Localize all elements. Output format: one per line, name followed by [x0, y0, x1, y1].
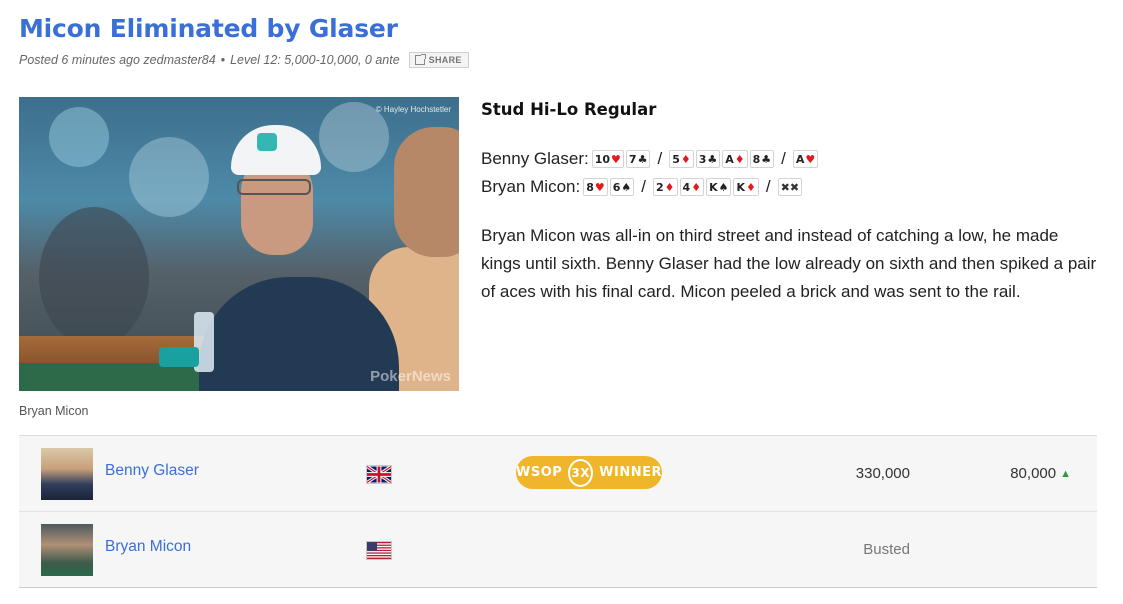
chip-progress: 80,000 ▲: [1010, 465, 1071, 482]
cap-logo-icon: [257, 133, 277, 151]
bokeh-light: [129, 137, 209, 217]
player-name-link[interactable]: Bryan Micon: [105, 538, 191, 556]
meta-separator: •: [220, 53, 226, 67]
card-group: 10 ♥ 7 ♣: [591, 150, 653, 168]
card-group: 8 ♥ 6 ♠: [583, 178, 636, 196]
posted-time: 6 minutes ago: [61, 53, 140, 67]
card-rank: 5: [672, 152, 680, 166]
card-group: 2 ♦ 4 ♦ K ♠ K ♦: [653, 178, 761, 196]
chip-count: 330,000: [855, 465, 910, 482]
playing-card: 2 ♦: [653, 178, 678, 196]
players-table: Benny Glaser WSOP 3X WINNER 330,000 80,0…: [19, 435, 1097, 588]
bokeh-light: [39, 207, 149, 347]
card-rank: K: [709, 180, 718, 194]
hand-report: Stud Hi-Lo Regular Benny Glaser: 10 ♥ 7 ♣/5 ♦…: [481, 100, 1101, 306]
share-icon: [414, 54, 426, 65]
level-info: Level 12: 5,000-10,000, 0 ante: [230, 53, 400, 67]
street-separator: /: [657, 149, 663, 168]
card-rank: 6: [612, 180, 621, 194]
playing-card: K ♦: [733, 178, 759, 196]
status-busted: Busted: [863, 541, 910, 558]
share-button[interactable]: SHARE: [408, 52, 469, 68]
card-rank: 3: [698, 152, 707, 166]
playing-card: 8 ♥: [583, 178, 608, 196]
photo-caption: Bryan Micon: [19, 404, 89, 418]
playing-card: A ♥: [792, 150, 819, 168]
playing-card: 6 ♠: [609, 178, 635, 196]
card-rank: 4: [682, 180, 691, 194]
badge-wsop: WSOP: [516, 465, 563, 480]
player-row: Bryan Micon Busted: [19, 512, 1097, 587]
playing-card: 3 ♣: [695, 150, 721, 168]
card-suit-icon: ♦: [680, 152, 691, 166]
card-rank: 10: [594, 152, 611, 166]
card-rank: ✖✖: [780, 180, 800, 194]
badge-count: 3X: [568, 458, 594, 487]
hand-player-name: Benny Glaser:: [481, 149, 589, 168]
playing-card: A ♦: [722, 150, 748, 168]
card-suit-icon: ♣: [707, 152, 718, 166]
game-type: Stud Hi-Lo Regular: [481, 100, 657, 119]
hand-description: Bryan Micon was all-in on third street a…: [481, 226, 1097, 301]
badge-winner: WINNER: [599, 465, 662, 480]
playing-card: 10 ♥: [591, 150, 624, 168]
arrow-up-icon: ▲: [1060, 467, 1071, 480]
card-suit-icon: ♦: [734, 152, 745, 166]
playing-card: K ♠: [706, 178, 732, 196]
post-title[interactable]: Micon Eliminated by Glaser: [19, 14, 398, 43]
card-suit-icon: ♥: [594, 180, 605, 194]
card-suit-icon: ♦: [664, 180, 675, 194]
hand-line: Bryan Micon: 8 ♥ 6 ♠/2 ♦ 4 ♦ K ♠ K ♦ / ✖✖: [481, 173, 1101, 201]
card-suit-icon: ♠: [718, 180, 729, 194]
street-separator: /: [781, 149, 786, 168]
card-rank: A: [725, 152, 734, 166]
avatar[interactable]: [41, 448, 93, 500]
hand-player-name: Bryan Micon:: [481, 177, 581, 196]
card-suit-icon: ♥: [611, 152, 621, 166]
player-row: Benny Glaser WSOP 3X WINNER 330,000 80,0…: [19, 436, 1097, 512]
playing-card: 5 ♦: [669, 150, 694, 168]
chip-stack: [159, 347, 199, 367]
card-suit-icon: ♣: [761, 152, 772, 166]
playing-card: 8 ♣: [749, 150, 775, 168]
card-rank: K: [736, 180, 745, 194]
card-rank: A: [795, 152, 805, 166]
street-separator: /: [641, 177, 646, 196]
card-rank: 2: [656, 180, 664, 194]
hand-line: Benny Glaser: 10 ♥ 7 ♣/5 ♦ 3 ♣ A ♦ 8 ♣ / A ♥: [481, 145, 1101, 173]
card-suit-icon: ♥: [805, 152, 816, 166]
card-suit-icon: ♦: [746, 180, 756, 194]
card-group: 5 ♦ 3 ♣ A ♦ 8 ♣: [669, 150, 776, 168]
share-label: SHARE: [428, 55, 462, 65]
glasses: [237, 179, 311, 195]
card-group: A ♥: [792, 150, 820, 168]
unknown-card: ✖✖: [777, 178, 803, 196]
playing-card: 4 ♦: [679, 178, 705, 196]
player-photo[interactable]: © Hayley Hochstetler PokerNews: [19, 97, 459, 391]
us-flag-icon: [366, 541, 392, 560]
card-suit-icon: ♠: [621, 180, 632, 194]
player-name-link[interactable]: Benny Glaser: [105, 462, 199, 480]
hand-lines: Benny Glaser: 10 ♥ 7 ♣/5 ♦ 3 ♣ A ♦ 8 ♣ / A ♥ Bryan Mico…: [481, 145, 1101, 201]
uk-flag-icon: [366, 465, 392, 484]
card-rank: 7: [628, 152, 637, 166]
progress-value: 80,000: [1010, 465, 1057, 482]
card-rank: 8: [586, 180, 594, 194]
author-name[interactable]: zedmaster84: [143, 53, 215, 67]
avatar[interactable]: [41, 524, 93, 576]
street-separator: /: [765, 177, 771, 196]
card-group: ✖✖: [777, 178, 804, 196]
wsop-winner-badge: WSOP 3X WINNER: [516, 456, 662, 489]
bokeh-light: [49, 107, 109, 167]
photo-watermark: PokerNews: [370, 368, 451, 385]
playing-card: 7 ♣: [625, 150, 651, 168]
white-cap: [231, 125, 321, 175]
card-rank: 8: [752, 152, 761, 166]
player-face: [394, 127, 459, 257]
photo-credit: © Hayley Hochstetler: [375, 105, 451, 114]
posted-label: Posted: [19, 53, 58, 67]
card-suit-icon: ♣: [637, 152, 648, 166]
post-meta: Posted 6 minutes ago zedmaster84 • Level 1…: [19, 52, 469, 68]
card-suit-icon: ♦: [691, 180, 702, 194]
